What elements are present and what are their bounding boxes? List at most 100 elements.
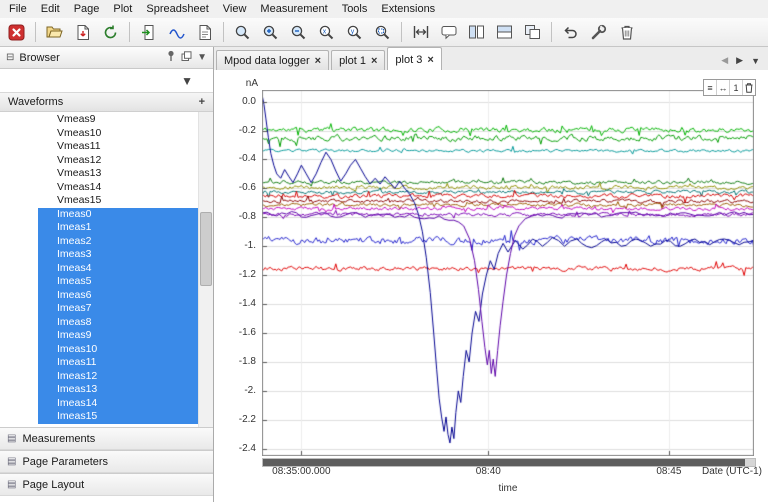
zoom-box-icon — [375, 25, 390, 39]
undo-button[interactable] — [557, 20, 584, 45]
tab-close-icon[interactable]: × — [371, 55, 377, 67]
callout-icon — [441, 26, 456, 40]
waveform-item[interactable]: Vmeas11 — [38, 140, 199, 154]
section-measurements[interactable]: ▤ Measurements — [0, 427, 213, 450]
tab-plot-3[interactable]: plot 3 × — [387, 47, 442, 71]
fit-function-icon — [168, 29, 185, 39]
overlay-windows-icon — [525, 25, 540, 39]
waveform-item[interactable]: Imeas6 — [38, 288, 199, 302]
browser-panel-header: ⊟ Browser ▼ — [0, 47, 213, 69]
tab-plot-1[interactable]: plot 1 × — [331, 50, 386, 70]
menu-bar: File Edit Page Plot Spreadsheet View Mea… — [0, 0, 768, 18]
menu-measurement[interactable]: Measurement — [253, 1, 334, 17]
waveforms-section-header[interactable]: Waveforms + — [0, 93, 213, 112]
waveform-list-container: Vmeas9 Vmeas10 Vmeas11 Vmeas12 Vmeas13 Vmeas1… — [0, 112, 213, 427]
plot-menu-icon[interactable]: ≡ — [704, 80, 717, 95]
waveform-item[interactable]: Imeas0 — [38, 207, 199, 221]
toolbar-separator — [35, 22, 36, 42]
waveform-item[interactable]: Imeas1 — [38, 221, 199, 235]
waveform-item[interactable]: Imeas9 — [38, 329, 199, 343]
plot-panel: nA ≡ ↔ 1 Date (UTC-1) time 0.0 -0.2 -0.4 -0… — [214, 70, 768, 502]
float-panel-icon[interactable] — [181, 50, 192, 65]
section-icon: ▤ — [7, 479, 17, 490]
waveform-item[interactable]: Vmeas14 — [38, 181, 199, 195]
tab-close-icon[interactable]: × — [427, 54, 433, 66]
y-tick-label: 0.0 — [242, 95, 256, 107]
browser-panel: ⊟ Browser ▼ ▼ Waveforms + Vmeas9 Vmeas10 V… — [0, 47, 214, 502]
plot-pan-icon[interactable]: ↔ — [717, 80, 730, 95]
waveform-item[interactable]: Imeas5 — [38, 275, 199, 289]
y-tick-label: -1.6 — [238, 327, 256, 339]
waveform-item[interactable]: Vmeas10 — [38, 127, 199, 141]
split-rows-button[interactable] — [491, 20, 518, 45]
waveform-item[interactable]: Imeas8 — [38, 315, 199, 329]
new-sheet-button[interactable] — [191, 20, 218, 45]
waveform-item[interactable]: Vmeas12 — [38, 154, 199, 168]
waveform-list-scrollbar[interactable] — [198, 112, 213, 427]
collapse-icon[interactable]: ⊟ — [6, 52, 14, 63]
waveform-source-dropdown[interactable]: ▼ — [0, 69, 213, 93]
zoom-y-button[interactable]: y — [341, 20, 368, 45]
tab-list-dropdown-icon[interactable]: ▼ — [751, 56, 760, 66]
waveform-item[interactable]: Imeas14 — [38, 396, 199, 410]
zoom-out-button[interactable] — [285, 20, 312, 45]
overlay-windows-button[interactable] — [519, 20, 546, 45]
waveform-item[interactable]: Imeas15 — [38, 410, 199, 424]
import-document-icon — [141, 24, 153, 40]
menu-view[interactable]: View — [216, 1, 254, 17]
plot-h-scrollbar-thumb[interactable] — [263, 459, 745, 466]
menu-extensions[interactable]: Extensions — [374, 1, 442, 17]
waveform-item[interactable]: Vmeas15 — [38, 194, 199, 208]
y-tick-label: -0.2 — [238, 124, 256, 136]
svg-text:y: y — [351, 28, 355, 35]
refresh-button[interactable] — [97, 20, 124, 45]
close-button[interactable] — [3, 20, 30, 45]
add-waveform-icon[interactable]: + — [199, 96, 205, 108]
scrollbar-thumb[interactable] — [200, 212, 212, 286]
zoom-box-button[interactable] — [369, 20, 396, 45]
menu-spreadsheet[interactable]: Spreadsheet — [139, 1, 215, 17]
save-document-button[interactable] — [69, 20, 96, 45]
waveform-item[interactable]: Imeas13 — [38, 383, 199, 397]
zoom-x-button[interactable]: x — [313, 20, 340, 45]
plot-trash-icon[interactable] — [743, 80, 755, 95]
callout-button[interactable] — [435, 20, 462, 45]
zoom-button[interactable] — [229, 20, 256, 45]
menu-edit[interactable]: Edit — [34, 1, 67, 17]
menu-page[interactable]: Page — [67, 1, 107, 17]
section-label: Page Parameters — [22, 455, 109, 468]
wrench-button[interactable] — [585, 20, 612, 45]
menu-file[interactable]: File — [2, 1, 34, 17]
open-folder-button[interactable] — [41, 20, 68, 45]
plot-page-number[interactable]: 1 — [730, 80, 743, 95]
zoom-in-button[interactable] — [257, 20, 284, 45]
waveform-item[interactable]: Imeas4 — [38, 261, 199, 275]
section-page-layout[interactable]: ▤ Page Layout — [0, 473, 213, 496]
panel-menu-dropdown-icon[interactable]: ▼ — [197, 52, 207, 63]
trash-button[interactable] — [613, 20, 640, 45]
section-page-parameters[interactable]: ▤ Page Parameters — [0, 450, 213, 473]
zoom-in-icon — [263, 25, 278, 39]
waveform-item[interactable]: Imeas2 — [38, 234, 199, 248]
back-icon[interactable]: ◀ — [721, 55, 728, 66]
pin-icon[interactable] — [166, 50, 176, 65]
menu-tools[interactable]: Tools — [335, 1, 375, 17]
tab-mpod-data-logger[interactable]: Mpod data logger × — [216, 50, 330, 70]
fit-function-button[interactable] — [163, 20, 190, 45]
fit-width-button[interactable] — [407, 20, 434, 45]
plot-canvas[interactable] — [262, 90, 754, 456]
two-columns-button[interactable] — [463, 20, 490, 45]
import-document-button[interactable] — [135, 20, 162, 45]
forward-icon[interactable]: ▶ — [736, 55, 743, 66]
zoom-icon — [235, 25, 250, 39]
waveform-item[interactable]: Vmeas13 — [38, 167, 199, 181]
waveform-item[interactable]: Imeas7 — [38, 302, 199, 316]
waveform-item[interactable]: Imeas3 — [38, 248, 199, 262]
waveform-item[interactable]: Imeas12 — [38, 369, 199, 383]
menu-plot[interactable]: Plot — [106, 1, 139, 17]
waveform-item[interactable]: Imeas10 — [38, 342, 199, 356]
tab-close-icon[interactable]: × — [315, 55, 321, 67]
waveform-item[interactable]: Vmeas9 — [38, 113, 199, 127]
waveform-item[interactable]: Imeas11 — [38, 356, 199, 370]
y-tick-label: -0.8 — [238, 211, 256, 223]
